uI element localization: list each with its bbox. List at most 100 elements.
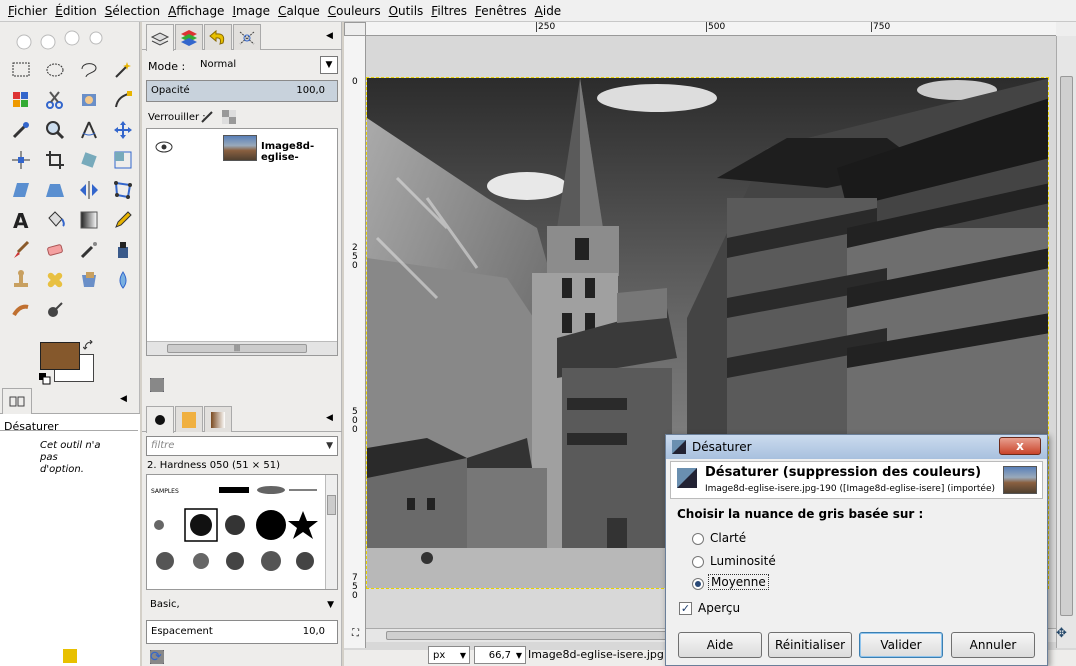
configure-tab-icon[interactable]: ◀	[326, 31, 333, 41]
filter-dropdown-icon[interactable]: ▼	[326, 437, 333, 455]
spacing-slider[interactable]: Espacement 10,0	[146, 620, 338, 644]
unit-dropdown-icon[interactable]: ▼	[460, 647, 466, 665]
foreground-color[interactable]	[40, 342, 80, 370]
tab-channels[interactable]	[175, 24, 203, 50]
refresh-brushes-icon[interactable]: ⟳	[150, 650, 164, 664]
ruler-corner[interactable]	[344, 22, 366, 36]
cancel-button[interactable]: Annuler	[951, 632, 1035, 658]
crop-tool[interactable]	[38, 145, 72, 175]
airbrush-tool[interactable]	[72, 235, 106, 265]
text-tool[interactable]: A	[4, 205, 38, 235]
menu-outils[interactable]: Outils	[385, 1, 428, 21]
dialog-titlebar[interactable]: Désaturer x	[666, 435, 1047, 459]
configure-tab-icon[interactable]: ◀	[120, 394, 127, 404]
tab-pointer[interactable]	[233, 24, 261, 50]
menu-filtres[interactable]: Filtres	[427, 1, 471, 21]
layer-name[interactable]: Image8d-eglise-	[261, 141, 337, 163]
preview-checkbox[interactable]: ✓	[679, 602, 692, 615]
scissors-tool[interactable]	[38, 85, 72, 115]
opacity-slider[interactable]: Opacité 100,0	[146, 80, 338, 102]
perspective-tool[interactable]	[38, 175, 72, 205]
menu-fichier[interactable]: Fichier	[4, 1, 51, 21]
bucket-fill-tool[interactable]	[38, 205, 72, 235]
tab-paths[interactable]	[204, 24, 232, 50]
measure-tool[interactable]	[72, 115, 106, 145]
paths-tool[interactable]	[106, 85, 140, 115]
scale-tool[interactable]	[106, 145, 140, 175]
perspective-clone-tool[interactable]	[72, 265, 106, 295]
option-moyenne-label[interactable]: Moyenne	[708, 574, 769, 590]
dodge-burn-tool[interactable]	[38, 295, 72, 325]
lock-pixels-icon[interactable]	[200, 110, 214, 124]
preset-dropdown-icon[interactable]: ▼	[327, 596, 334, 614]
layers-scrollbar[interactable]: |||	[147, 341, 337, 355]
horizontal-ruler[interactable]: 250 500 750	[366, 22, 1056, 36]
swap-colors-icon[interactable]	[83, 340, 95, 352]
menu-affichage[interactable]: Affichage	[164, 1, 228, 21]
shear-tool[interactable]	[4, 175, 38, 205]
blend-tool[interactable]	[72, 205, 106, 235]
option-clarte-label[interactable]: Clarté	[710, 531, 746, 545]
lock-alpha-icon[interactable]	[222, 110, 236, 124]
quick-mask-icon[interactable]: ⛶	[352, 628, 359, 639]
eraser-tool[interactable]	[38, 235, 72, 265]
delete-layer-icon[interactable]	[150, 378, 164, 392]
menu-selection[interactable]: Sélection	[101, 1, 164, 21]
tab-patterns[interactable]	[175, 406, 203, 432]
tab-tool-options[interactable]	[2, 388, 32, 415]
radio-luminosite[interactable]	[692, 556, 704, 568]
brush-scrollbar[interactable]	[325, 475, 337, 589]
navigate-icon[interactable]: ✥	[1056, 626, 1067, 641]
unit-select[interactable]: px ▼	[428, 646, 470, 664]
ink-tool[interactable]	[106, 235, 140, 265]
rotate-tool[interactable]	[72, 145, 106, 175]
option-luminosite-label[interactable]: Luminosité	[710, 554, 776, 568]
lasso-tool[interactable]	[72, 55, 106, 85]
brush-filter-input[interactable]: filtre ▼	[146, 436, 338, 456]
foreground-select-tool[interactable]	[72, 85, 106, 115]
configure-tab-icon[interactable]: ◀	[326, 413, 333, 423]
heal-tool[interactable]	[38, 265, 72, 295]
paintbrush-tool[interactable]	[4, 235, 38, 265]
radio-moyenne[interactable]	[692, 578, 704, 590]
zoom-select[interactable]: 66,7 % ▼	[474, 646, 526, 664]
menu-edition[interactable]: Édition	[51, 1, 101, 21]
layer-row[interactable]: Image8d-eglise-	[147, 131, 337, 165]
default-colors-icon[interactable]	[39, 373, 51, 385]
reset-button[interactable]: Réinitialiser	[768, 632, 852, 658]
align-tool[interactable]	[4, 145, 38, 175]
cage-transform-tool[interactable]	[106, 175, 140, 205]
brush-preset-select[interactable]: Basic, ▼	[146, 596, 338, 616]
pencil-tool[interactable]	[106, 205, 140, 235]
menu-couleurs[interactable]: Couleurs	[324, 1, 385, 21]
reset-options-icon[interactable]	[63, 649, 77, 663]
vertical-ruler[interactable]: 0 250 500 750	[344, 36, 366, 648]
vertical-scrollbar[interactable]	[1056, 36, 1076, 648]
radio-clarte[interactable]	[692, 533, 704, 545]
color-picker-tool[interactable]	[4, 115, 38, 145]
mode-select[interactable]: Normal	[196, 54, 338, 74]
zoom-tool[interactable]	[38, 115, 72, 145]
mode-dropdown-icon[interactable]: ▼	[320, 56, 338, 74]
move-tool[interactable]	[106, 115, 140, 145]
zoom-dropdown-icon[interactable]: ▼	[516, 647, 522, 665]
color-swatches[interactable]	[39, 340, 96, 386]
ok-button[interactable]: Valider	[859, 632, 943, 658]
tab-layers[interactable]	[146, 24, 174, 51]
menu-calque[interactable]: Calque	[274, 1, 324, 21]
help-button[interactable]: Aide	[678, 632, 762, 658]
menu-aide[interactable]: Aide	[531, 1, 566, 21]
close-button[interactable]: x	[999, 437, 1041, 455]
menu-fenetres[interactable]: Fenêtres	[471, 1, 531, 21]
ellipse-select-tool[interactable]	[38, 55, 72, 85]
blur-tool[interactable]	[106, 265, 140, 295]
flip-tool[interactable]	[72, 175, 106, 205]
smudge-tool[interactable]	[4, 295, 38, 325]
brush-thumbnails[interactable]: SAMPLES	[147, 475, 323, 589]
select-by-color-tool[interactable]	[4, 85, 38, 115]
eye-icon[interactable]	[155, 141, 173, 153]
menu-image[interactable]: Image	[228, 1, 274, 21]
tab-gradients[interactable]	[204, 406, 232, 432]
fuzzy-select-tool[interactable]	[106, 55, 140, 85]
preview-label[interactable]: Aperçu	[698, 601, 740, 615]
